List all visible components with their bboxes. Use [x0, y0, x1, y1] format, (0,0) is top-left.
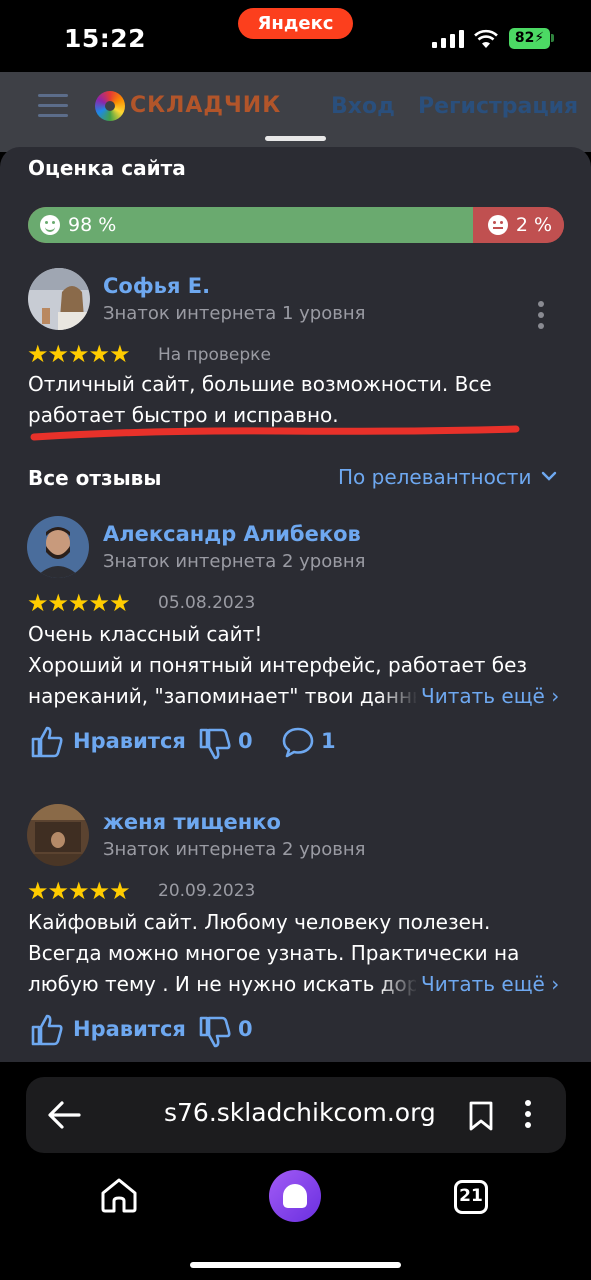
text-fade: [378, 681, 418, 712]
review-author[interactable]: Софья Е.: [103, 274, 210, 298]
arrow-left-icon[interactable]: [46, 1099, 82, 1131]
review-text-line: любую тему . И не нужно искать дорогих: [28, 972, 416, 996]
text-fade: [378, 969, 418, 1000]
read-more-link[interactable]: Читать ещё ›: [421, 681, 559, 712]
comment-icon[interactable]: [281, 725, 315, 759]
review-author-level: Знаток интернета 1 уровня: [103, 303, 366, 324]
review-text-line: Кайфовый сайт. Любому человеку полезен.: [28, 910, 491, 934]
battery-level: 82: [514, 30, 535, 46]
thumbs-down-icon[interactable]: [198, 1015, 232, 1049]
review-author[interactable]: женя тищенко: [103, 810, 281, 834]
red-underline-annotation: [30, 425, 520, 441]
hamburger-menu-icon[interactable]: [38, 94, 68, 118]
more-vertical-icon[interactable]: [525, 1100, 531, 1130]
login-link[interactable]: Вход: [331, 94, 395, 119]
register-link[interactable]: Регистрация: [418, 94, 578, 119]
dislike-count[interactable]: 0: [238, 1017, 253, 1041]
site-logo-icon[interactable]: [95, 91, 125, 121]
review-stars: ★★★★★: [27, 340, 131, 368]
like-button[interactable]: Нравится: [73, 1017, 186, 1041]
review-date: 05.08.2023: [158, 593, 256, 613]
chevron-down-icon[interactable]: [540, 469, 558, 483]
avatar[interactable]: [28, 268, 90, 330]
review-author[interactable]: Александр Алибеков: [103, 522, 361, 546]
screen: 15:22 Яндекс 82⚡ СКЛАДЧИК Вход Регистрац…: [0, 0, 591, 1280]
read-more-link[interactable]: Читать ещё ›: [421, 969, 559, 1000]
review-author-level: Знаток интернета 2 уровня: [103, 551, 366, 572]
review-stars: ★★★★★: [27, 589, 131, 617]
review-text-line: нареканий, "запоминает" твои данные: [28, 684, 416, 708]
sad-face-icon: [488, 215, 508, 235]
rating-positive-label: 98 %: [68, 214, 117, 236]
alice-icon[interactable]: [269, 1170, 321, 1222]
bookmark-icon[interactable]: [468, 1100, 494, 1132]
tabs-icon[interactable]: 21: [454, 1180, 488, 1214]
review-text-line: Очень классный сайт!: [28, 622, 263, 646]
rating-negative-label: 2 %: [515, 214, 552, 236]
battery-indicator: 82⚡: [509, 28, 550, 49]
sort-dropdown[interactable]: По релевантности: [338, 465, 531, 489]
avatar[interactable]: [27, 516, 89, 578]
thumbs-up-icon[interactable]: [30, 725, 64, 759]
rating-title: Оценка сайта: [28, 156, 186, 180]
review-stars: ★★★★★: [27, 877, 131, 905]
url-text[interactable]: s76.skladchikcom.org: [164, 1098, 436, 1127]
status-time: 15:22: [64, 24, 147, 53]
comment-count[interactable]: 1: [321, 729, 336, 753]
review-text-line: Хороший и понятный интерфейс, работает б…: [28, 653, 528, 677]
review-author-level: Знаток интернета 2 уровня: [103, 839, 366, 860]
more-vertical-icon[interactable]: [538, 301, 544, 331]
avatar[interactable]: [27, 804, 89, 866]
home-indicator[interactable]: [190, 1262, 401, 1268]
home-icon[interactable]: [99, 1176, 139, 1214]
battery-nub: [551, 34, 554, 42]
site-logo-text[interactable]: СКЛАДЧИК: [130, 93, 281, 118]
review-text-line: Всегда можно многое узнать. Практически …: [28, 941, 520, 965]
charging-bolt-icon: ⚡: [534, 30, 545, 46]
review-status: На проверке: [158, 345, 271, 365]
thumbs-down-icon[interactable]: [198, 727, 232, 761]
cellular-signal-icon: [432, 30, 464, 48]
thumbs-up-icon[interactable]: [30, 1013, 64, 1047]
all-reviews-title: Все отзывы: [28, 466, 162, 490]
review-date: 20.09.2023: [158, 881, 256, 901]
smile-icon: [40, 215, 60, 235]
rating-bar: 98 % 2 %: [28, 207, 564, 243]
dislike-count[interactable]: 0: [238, 729, 253, 753]
like-button[interactable]: Нравится: [73, 729, 186, 753]
wifi-icon: [474, 29, 498, 48]
sheet-grabber[interactable]: [265, 136, 326, 141]
yandex-pill[interactable]: Яндекс: [238, 8, 353, 39]
